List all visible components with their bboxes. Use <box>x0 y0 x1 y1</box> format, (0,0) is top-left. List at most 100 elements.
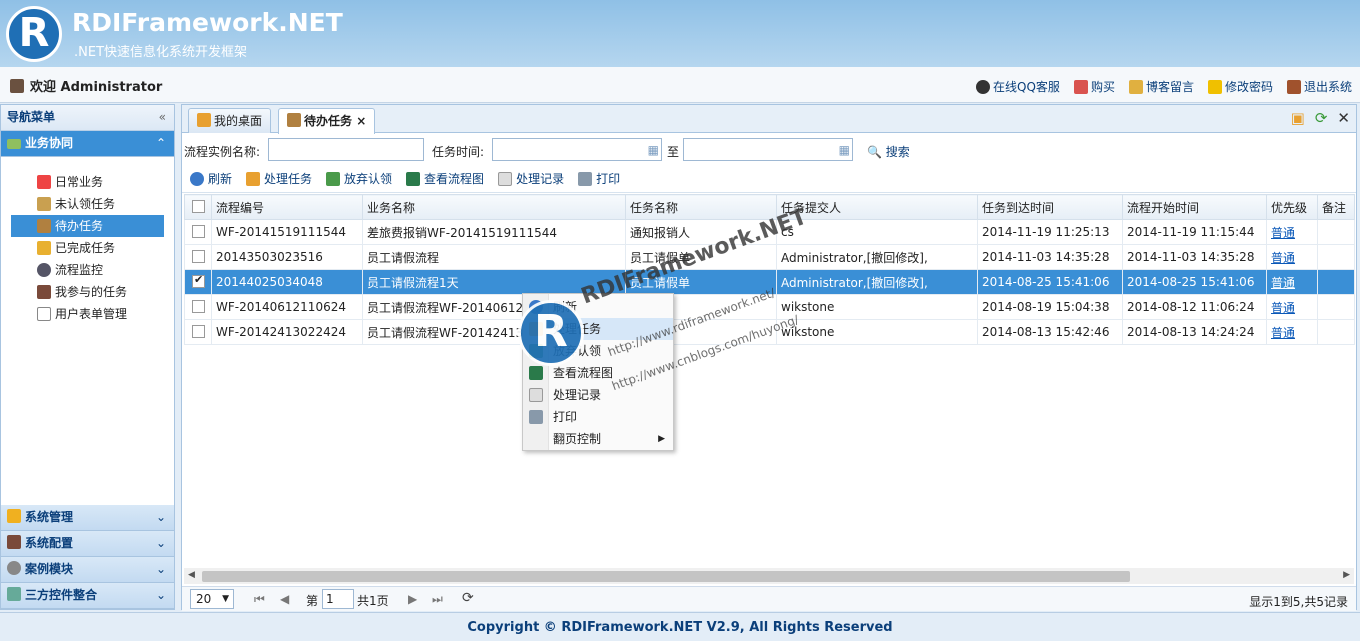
qq-icon <box>976 79 991 94</box>
tab-todo[interactable]: 待办任务 × <box>278 108 376 134</box>
close-icon[interactable]: ✕ <box>1337 109 1350 127</box>
page-size-select[interactable]: 20 ▼ <box>190 589 234 609</box>
row-checkbox[interactable] <box>192 273 205 288</box>
table-row-selected[interactable]: 20144025034048 员工请假流程1天 员工请假单 Administra… <box>184 269 1355 295</box>
end-date-input[interactable]: ▦ <box>683 138 853 161</box>
briefcase-icon <box>287 113 301 127</box>
menu-item-process-task[interactable]: 处理任务 <box>523 318 673 340</box>
document-icon <box>498 171 513 186</box>
next-page-icon[interactable]: ▶ <box>408 592 417 606</box>
column-header[interactable]: 流程编号 <box>211 194 363 220</box>
menu-item-process-log[interactable]: 处理记录 <box>523 384 673 406</box>
buy-link[interactable]: 购买 <box>1073 78 1115 95</box>
change-password-link[interactable]: 修改密码 <box>1207 78 1273 95</box>
config-icon <box>7 535 21 549</box>
refresh-icon[interactable]: ⟳ <box>1315 109 1328 127</box>
table-row[interactable]: WF-20140612110624 员工请假流程WF-2014061211062… <box>184 294 1355 320</box>
sidebar-groups: 系统管理 ⌄ 系统配置 ⌄ 案例模块 ⌄ 三方控件整合 ⌄ <box>1 505 174 609</box>
document-icon <box>529 388 543 402</box>
abandon-claim-button[interactable]: 放弃认领 <box>326 170 392 187</box>
select-all-checkbox[interactable] <box>184 194 212 220</box>
group-business-collab[interactable]: 业务协同 ⌃ <box>1 131 174 157</box>
nav-item-monitor[interactable]: 流程监控 <box>11 259 174 281</box>
nav-item-participated[interactable]: 我参与的任务 <box>11 281 174 303</box>
group-case-modules[interactable]: 案例模块 ⌄ <box>1 557 174 583</box>
print-button[interactable]: 打印 <box>578 170 620 187</box>
refresh-icon <box>190 171 204 186</box>
group-system-admin[interactable]: 系统管理 ⌄ <box>1 505 174 531</box>
priority-link[interactable]: 普通 <box>1271 251 1295 265</box>
column-header[interactable]: 流程开始时间 <box>1122 194 1267 220</box>
qq-support-link[interactable]: 在线QQ客服 <box>976 78 1060 95</box>
checkbox[interactable] <box>192 200 205 213</box>
group-third-party[interactable]: 三方控件整合 ⌄ <box>1 583 174 609</box>
column-header[interactable]: 优先级 <box>1266 194 1318 220</box>
nav-item-todo[interactable]: 待办任务 <box>11 215 164 237</box>
scroll-right-icon[interactable]: ▶ <box>1343 570 1350 580</box>
scrollbar-thumb[interactable] <box>202 571 1130 582</box>
priority-link[interactable]: 普通 <box>1271 276 1295 290</box>
sidebar-title: 导航菜单 « <box>1 105 174 131</box>
group-system-config[interactable]: 系统配置 ⌄ <box>1 531 174 557</box>
nav-item-forms[interactable]: 用户表单管理 <box>11 303 174 325</box>
blog-message-link[interactable]: 博客留言 <box>1128 78 1194 95</box>
column-header[interactable]: 业务名称 <box>362 194 626 220</box>
horizontal-scrollbar[interactable]: ◀ ▶ <box>184 568 1354 584</box>
image-icon <box>406 171 421 186</box>
chevron-down-icon[interactable]: ⌄ <box>156 557 166 582</box>
footer-copyright: Copyright © RDIFramework.NET V2.9, All R… <box>0 612 1360 641</box>
chevron-down-icon[interactable]: ⌄ <box>156 505 166 530</box>
cell-process-id: WF-20141519111544 <box>211 219 363 245</box>
page-number-input[interactable]: 1 <box>322 589 354 609</box>
menu-item-paging[interactable]: 翻页控制 ▶ <box>523 428 673 450</box>
table-row[interactable]: 20143503023516 员工请假流程 员工请假单 Administrato… <box>184 244 1355 270</box>
chevron-down-icon[interactable]: ⌄ <box>156 583 166 608</box>
row-checkbox[interactable] <box>192 325 205 338</box>
menu-item-print[interactable]: 打印 <box>523 406 673 428</box>
menu-item-refresh[interactable]: 刷新 <box>523 296 673 318</box>
column-header[interactable]: 备注 <box>1317 194 1355 220</box>
reload-icon[interactable]: ⟳ <box>462 590 474 606</box>
refresh-button[interactable]: 刷新 <box>190 170 232 187</box>
abandon-icon <box>326 171 341 186</box>
search-button[interactable]: 🔍 搜索 <box>867 143 910 160</box>
calendar-icon[interactable]: ▦ <box>839 143 850 157</box>
chevron-down-icon[interactable]: ⌄ <box>156 531 166 556</box>
prev-page-icon[interactable]: ◀ <box>280 592 289 606</box>
calendar-icon[interactable]: ▦ <box>648 143 659 157</box>
start-date-input[interactable]: ▦ <box>492 138 662 161</box>
chevron-up-icon[interactable]: ⌃ <box>156 131 166 156</box>
process-task-button[interactable]: 处理任务 <box>246 170 312 187</box>
priority-link[interactable]: 普通 <box>1271 301 1295 315</box>
table-row[interactable]: WF-20141519111544 差旅费报销WF-20141519111544… <box>184 219 1355 245</box>
column-header[interactable]: 任务名称 <box>625 194 777 220</box>
table-row[interactable]: WF-20142413022424 员工请假流程WF-2014241302242… <box>184 319 1355 345</box>
first-page-icon[interactable]: ⏮ <box>254 592 265 607</box>
instance-name-input[interactable] <box>268 138 424 161</box>
name-label: 流程实例名称: <box>184 145 261 159</box>
collapse-sidebar-button[interactable]: « <box>159 105 166 130</box>
menu-item-view-flowchart[interactable]: 查看流程图 <box>523 362 673 384</box>
column-header[interactable]: 任务提交人 <box>776 194 978 220</box>
process-log-button[interactable]: 处理记录 <box>498 170 564 187</box>
column-header[interactable]: 任务到达时间 <box>977 194 1123 220</box>
nav-item-daily[interactable]: 日常业务 <box>11 171 174 193</box>
nav-item-unclaimed[interactable]: 未认领任务 <box>11 193 174 215</box>
maximize-icon[interactable]: ▣ <box>1291 109 1305 127</box>
logo: R <box>6 6 62 62</box>
close-tab-icon[interactable]: × <box>356 114 366 128</box>
row-checkbox[interactable] <box>192 250 205 263</box>
logout-link[interactable]: 退出系统 <box>1286 78 1352 95</box>
row-checkbox[interactable] <box>192 300 205 313</box>
tab-desktop[interactable]: 我的桌面 <box>188 108 272 133</box>
row-checkbox[interactable] <box>192 225 205 238</box>
priority-link[interactable]: 普通 <box>1271 326 1295 340</box>
nav-item-done[interactable]: 已完成任务 <box>11 237 174 259</box>
view-flowchart-button[interactable]: 查看流程图 <box>406 170 484 187</box>
disc-icon <box>7 561 21 575</box>
cell-submitter: Administrator,[撤回修改], <box>776 269 978 295</box>
menu-item-abandon-claim[interactable]: 放弃认领 <box>523 340 673 362</box>
scroll-left-icon[interactable]: ◀ <box>188 570 195 580</box>
priority-link[interactable]: 普通 <box>1271 226 1295 240</box>
last-page-icon[interactable]: ⏭ <box>432 592 443 607</box>
